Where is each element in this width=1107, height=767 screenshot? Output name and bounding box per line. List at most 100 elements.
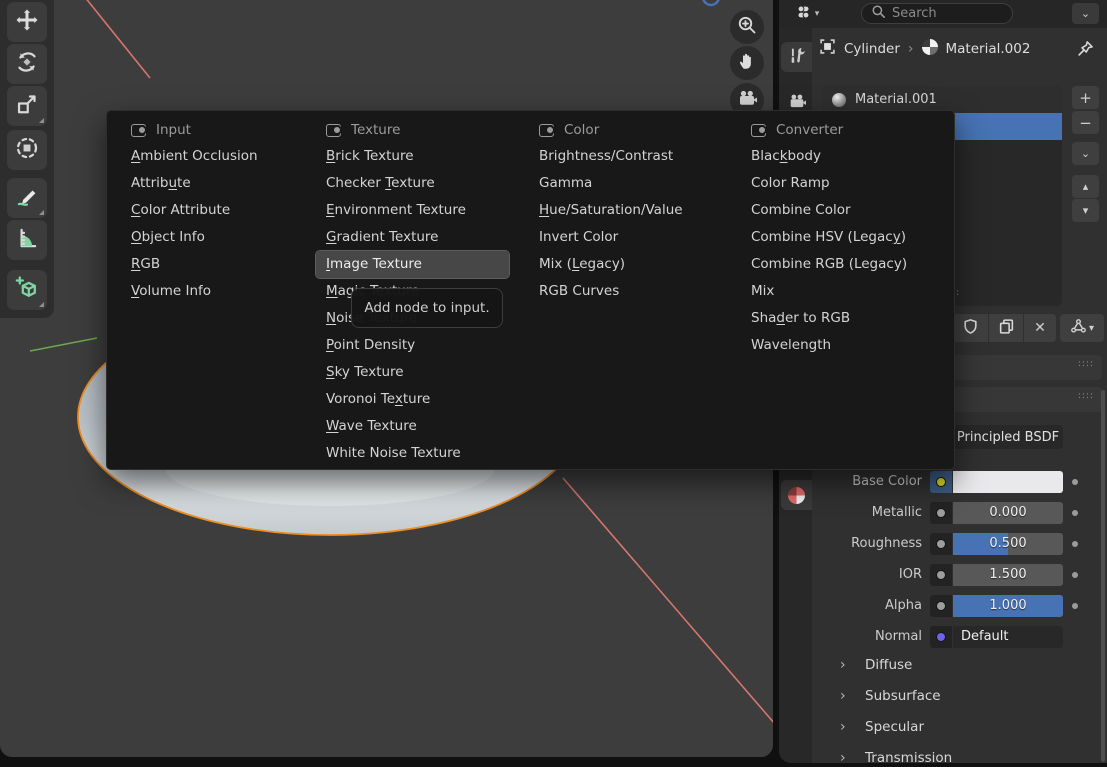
menu-item-color-ramp[interactable]: Color Ramp: [741, 170, 917, 197]
menu-item-rgb-curves[interactable]: RGB Curves: [529, 278, 693, 305]
breadcrumb-material[interactable]: Material.002: [946, 41, 1031, 57]
breadcrumb-object[interactable]: Cylinder: [844, 41, 900, 57]
slider-value: 0.000: [953, 502, 1063, 524]
animate-decorator-dot[interactable]: [1072, 541, 1078, 547]
menu-item-ambient-occlusion[interactable]: Ambient Occlusion: [121, 143, 268, 170]
section-specular[interactable]: ›Specular: [812, 719, 1107, 741]
navigation-gizmo-partial[interactable]: [703, 0, 719, 5]
menu-item-voronoi-texture[interactable]: Voronoi Texture: [316, 386, 509, 413]
animate-decorator-dot[interactable]: [1072, 510, 1078, 516]
value-slider[interactable]: 1.000: [953, 595, 1063, 617]
duplicate-button[interactable]: [989, 314, 1023, 342]
menu-item-combine-color[interactable]: Combine Color: [741, 197, 917, 224]
move-up-icon: ▴: [1083, 180, 1089, 193]
surface-shader-dropdown[interactable]: Principled BSDF: [953, 425, 1063, 449]
input-socket-toggle[interactable]: [930, 595, 952, 617]
measure-tool-button[interactable]: [7, 220, 47, 260]
move-up-slot-button[interactable]: ▴: [1072, 175, 1099, 198]
menu-item-mix[interactable]: Mix: [741, 278, 917, 305]
menu-item-checker-texture[interactable]: Checker Texture: [316, 170, 509, 197]
input-socket-toggle[interactable]: [930, 564, 952, 586]
scale-tool-button[interactable]: [7, 86, 47, 126]
menu-item-brightness-contrast[interactable]: Brightness/Contrast: [529, 143, 693, 170]
section-transmission[interactable]: ›Transmission: [812, 750, 1107, 763]
menu-item-point-density[interactable]: Point Density: [316, 332, 509, 359]
normal-field[interactable]: Default: [953, 626, 1063, 648]
menu-item-shader-to-rgb[interactable]: Shader to RGB: [741, 305, 917, 332]
scrollbar[interactable]: [1101, 390, 1105, 762]
animate-decorator-dot[interactable]: [1072, 572, 1078, 578]
menu-item-invert-color[interactable]: Invert Color: [529, 224, 693, 251]
properties-tab-tool[interactable]: [781, 42, 812, 72]
menu-column-title: Converter: [776, 122, 843, 138]
unlink-button[interactable]: ✕: [1024, 314, 1056, 342]
remove-slot-button[interactable]: −: [1072, 111, 1099, 134]
menu-item-wavelength[interactable]: Wavelength: [741, 332, 917, 359]
add-slot-button[interactable]: +: [1072, 86, 1099, 109]
rotate-tool-button[interactable]: [7, 44, 47, 84]
menu-item-brick-texture[interactable]: Brick Texture: [316, 143, 509, 170]
property-label: Base Color: [812, 471, 922, 493]
menu-item-color-attribute[interactable]: Color Attribute: [121, 197, 268, 224]
link-material-dropdown[interactable]: ▾: [1060, 314, 1104, 342]
header-options-button[interactable]: ⌄: [1072, 3, 1099, 24]
wrench-icon: [788, 46, 806, 68]
menu-item-white-noise-texture[interactable]: White Noise Texture: [316, 440, 509, 467]
menu-item-mix-legacy-[interactable]: Mix (Legacy): [529, 251, 693, 278]
move-down-slot-button[interactable]: ▾: [1072, 199, 1099, 222]
move-down-icon: ▾: [1083, 204, 1089, 217]
menu-item-rgb[interactable]: RGB: [121, 251, 268, 278]
scale-tool-icon: [15, 92, 39, 120]
annotate-tool-button[interactable]: [7, 178, 47, 218]
menu-item-combine-hsv-legacy-[interactable]: Combine HSV (Legacy): [741, 224, 917, 251]
material-slot[interactable]: Material.001: [822, 86, 1062, 113]
menu-column-header: Color: [529, 117, 693, 143]
material-slot-name: Material.001: [855, 92, 937, 107]
zoom-button[interactable]: [730, 10, 764, 44]
close-icon: ✕: [1034, 320, 1046, 336]
section-diffuse[interactable]: ›Diffuse: [812, 657, 1107, 679]
editor-type-button[interactable]: ▾: [787, 3, 829, 25]
move-tool-button[interactable]: [7, 2, 47, 42]
animate-decorator-dot[interactable]: [1072, 603, 1078, 609]
pin-icon[interactable]: [1077, 40, 1094, 61]
menu-column-header: Converter: [741, 117, 917, 143]
pan-hand-button[interactable]: [730, 46, 764, 80]
menu-item-hue-saturation-value[interactable]: Hue/Saturation/Value: [529, 197, 693, 224]
section-subsurface[interactable]: ›Subsurface: [812, 688, 1107, 710]
drag-grip-icon[interactable]: ::::: [1078, 359, 1094, 369]
search-placeholder: Search: [892, 6, 937, 21]
value-slider[interactable]: 0.000: [953, 502, 1063, 524]
menu-item-wave-texture[interactable]: Wave Texture: [316, 413, 509, 440]
menu-item-gradient-texture[interactable]: Gradient Texture: [316, 224, 509, 251]
base-color-swatch[interactable]: [953, 471, 1063, 493]
menu-item-image-texture[interactable]: Image Texture: [316, 251, 509, 278]
menu-item-object-info[interactable]: Object Info: [121, 224, 268, 251]
menu-item-attribute[interactable]: Attribute: [121, 170, 268, 197]
property-label: Metallic: [812, 502, 922, 524]
input-socket-toggle[interactable]: [930, 502, 952, 524]
menu-item-sky-texture[interactable]: Sky Texture: [316, 359, 509, 386]
menu-column-title: Texture: [351, 122, 400, 138]
animate-decorator-dot[interactable]: [1072, 479, 1078, 485]
menu-item-combine-rgb-legacy-[interactable]: Combine RGB (Legacy): [741, 251, 917, 278]
shield-icon: [962, 318, 979, 339]
drag-grip-icon[interactable]: ::::: [1078, 391, 1094, 401]
menu-item-gamma[interactable]: Gamma: [529, 170, 693, 197]
value-slider[interactable]: 0.500: [953, 533, 1063, 555]
specials-slot-button[interactable]: ⌄: [1072, 142, 1099, 165]
search-input[interactable]: Search: [861, 3, 1013, 24]
menu-item-blackbody[interactable]: Blackbody: [741, 143, 917, 170]
input-socket-toggle[interactable]: [930, 533, 952, 555]
menu-item-environment-texture[interactable]: Environment Texture: [316, 197, 509, 224]
properties-tab-material[interactable]: [781, 480, 812, 510]
add-node-menu: InputAmbient OcclusionAttributeColor Att…: [106, 110, 955, 470]
menu-item-volume-info[interactable]: Volume Info: [121, 278, 268, 305]
transform-tool-button[interactable]: [7, 130, 47, 170]
fake-user-button[interactable]: [952, 314, 988, 342]
input-socket-toggle[interactable]: [930, 471, 952, 493]
input-socket-toggle[interactable]: [930, 626, 952, 648]
value-slider[interactable]: 1.500: [953, 564, 1063, 586]
add-cube-tool-button[interactable]: [7, 270, 47, 310]
socket-dot-icon: [936, 539, 946, 549]
